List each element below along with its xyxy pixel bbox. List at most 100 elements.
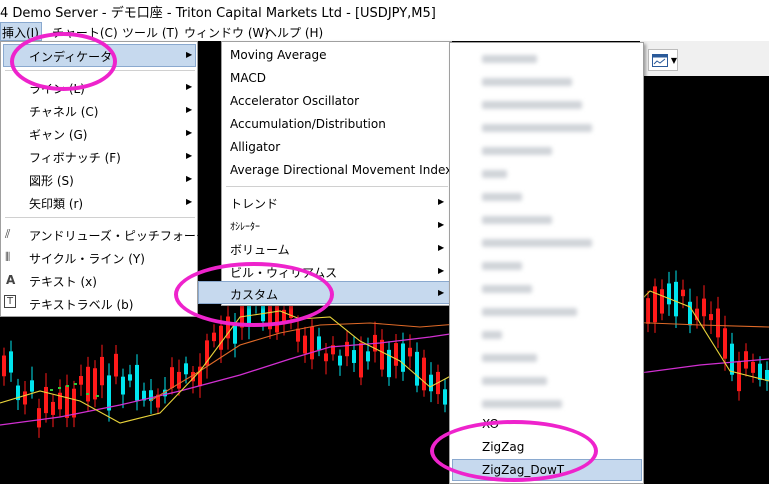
indicator-dot — [74, 383, 77, 385]
candle-body — [380, 339, 384, 370]
candle-body — [730, 343, 734, 375]
menu-item-shapes[interactable]: 図形 (S) — [29, 172, 74, 189]
blurred-item — [482, 308, 577, 316]
menu-item-fibonacci[interactable]: フィボナッチ (F) — [29, 149, 121, 166]
submenu-arrow-icon: ▶ — [186, 174, 193, 183]
text-icon: A — [6, 273, 16, 287]
candle-body — [121, 376, 125, 395]
submenu-arrow-icon: ▶ — [438, 220, 445, 229]
chart-window-icon — [652, 53, 668, 67]
menu-help[interactable]: ヘルプ (H) — [265, 24, 323, 41]
candle-body — [72, 388, 76, 418]
menu-item-accumulation-distribution[interactable]: Accumulation/Distribution — [230, 117, 386, 131]
menu-item-text-label[interactable]: テキストラベル (b) — [29, 296, 133, 313]
menu-item-accelerator-oscillator[interactable]: Accelerator Oscillator — [230, 94, 359, 108]
submenu-arrow-icon: ▶ — [186, 128, 193, 137]
menu-item-channels[interactable]: チャネル (C) — [29, 103, 98, 120]
chart-type-button[interactable]: ▼ — [648, 49, 678, 71]
menu-item-adx[interactable]: Average Directional Movement Index — [230, 163, 452, 177]
menu-item-gann[interactable]: ギャン (G) — [29, 126, 87, 143]
candle-body — [303, 335, 307, 354]
candle-body — [366, 351, 370, 362]
menu-window[interactable]: ウィンドウ (W) — [184, 24, 269, 41]
submenu-arrow-icon: ▶ — [186, 197, 193, 206]
submenu-arrow-icon: ▶ — [186, 105, 193, 114]
candle-body — [422, 357, 426, 391]
candle-body — [751, 361, 755, 373]
candle-body — [93, 368, 97, 400]
candle-body — [702, 298, 706, 317]
candle-body — [723, 328, 727, 359]
candle-body — [184, 363, 188, 375]
candle-body — [744, 351, 748, 369]
indicator-dot — [96, 395, 99, 397]
indicator-dot — [86, 393, 89, 395]
indicator-dot — [66, 385, 69, 387]
menu-item-moving-average[interactable]: Moving Average — [230, 48, 326, 62]
candle-body — [79, 376, 83, 385]
candle-body — [317, 336, 321, 350]
menu-item-arrows[interactable]: 矢印類 (r) — [29, 195, 83, 212]
blurred-item — [482, 147, 552, 155]
candle-body — [408, 347, 412, 357]
candle-body — [170, 367, 174, 389]
blurred-item — [482, 400, 562, 408]
submenu-arrow-icon: ▶ — [438, 288, 445, 297]
candle-body — [674, 281, 678, 317]
candle-body — [737, 361, 741, 392]
candle-body — [100, 356, 104, 386]
custom-submenu: XO ZigZag ZigZag_DowT — [449, 42, 644, 484]
submenu-arrow-icon: ▶ — [438, 243, 445, 252]
chart-toolbar: ▼ — [640, 41, 769, 76]
menu-item-oscillators[interactable]: ｵｼﾚｰﾀｰ — [230, 218, 260, 233]
candle-body — [23, 391, 27, 405]
indicator-dot — [58, 387, 61, 389]
candle-body — [51, 401, 55, 415]
menu-item-alligator[interactable]: Alligator — [230, 140, 280, 154]
candle-body — [44, 386, 48, 414]
candle-body — [352, 350, 356, 363]
blurred-item — [482, 78, 572, 86]
candle-body — [401, 343, 405, 372]
candle-body — [765, 369, 769, 381]
window-title: 4 Demo Server - デモ口座 - Triton Capital Ma… — [0, 0, 769, 22]
submenu-arrow-icon: ▶ — [438, 266, 445, 275]
candle-body — [128, 374, 132, 381]
candle-body — [37, 408, 41, 428]
text-label-icon: T — [4, 295, 17, 308]
menu-tools[interactable]: ツール (T) — [122, 24, 179, 41]
candle-body — [429, 374, 433, 392]
candle-body — [709, 314, 713, 321]
candle-body — [443, 389, 447, 405]
blurred-item — [482, 331, 502, 339]
candle-body — [345, 341, 349, 357]
candle-body — [646, 298, 650, 324]
menu-bar: 挿入(I) チャート(C) ツール (T) ウィンドウ (W) ヘルプ (H) — [0, 22, 769, 41]
candle-body — [324, 353, 328, 362]
candle-body — [394, 343, 398, 366]
menu-item-cycle-lines[interactable]: サイクル・ライン (Y) — [29, 250, 145, 267]
candle-body — [219, 325, 223, 350]
menu-separator — [5, 217, 195, 218]
candle-body — [177, 371, 181, 389]
candle-body — [716, 308, 720, 338]
candle-body — [359, 343, 363, 378]
menu-item-text[interactable]: テキスト (x) — [29, 273, 97, 290]
submenu-arrow-icon: ▶ — [186, 82, 193, 91]
dropdown-arrow-icon: ▼ — [670, 55, 677, 65]
candle-body — [135, 364, 139, 401]
candle-body — [107, 375, 111, 411]
pitchfork-icon: ⫽ — [5, 227, 11, 241]
menu-item-andrews-pitchfork[interactable]: アンドリューズ・ピッチフォーク (A) — [29, 227, 229, 244]
annotation-circle-custom — [174, 262, 334, 327]
blurred-item — [482, 239, 592, 247]
annotation-circle-zigzag-dowt — [430, 420, 598, 482]
menu-item-macd[interactable]: MACD — [230, 71, 266, 85]
candle-body — [660, 289, 664, 314]
menu-item-trend[interactable]: トレンド — [230, 195, 278, 212]
menu-item-volumes[interactable]: ボリューム — [230, 241, 290, 258]
blurred-item — [482, 216, 552, 224]
cycle-lines-icon: ⦀ — [5, 250, 11, 264]
indicator-dot — [50, 389, 53, 391]
candle-body — [653, 286, 657, 323]
